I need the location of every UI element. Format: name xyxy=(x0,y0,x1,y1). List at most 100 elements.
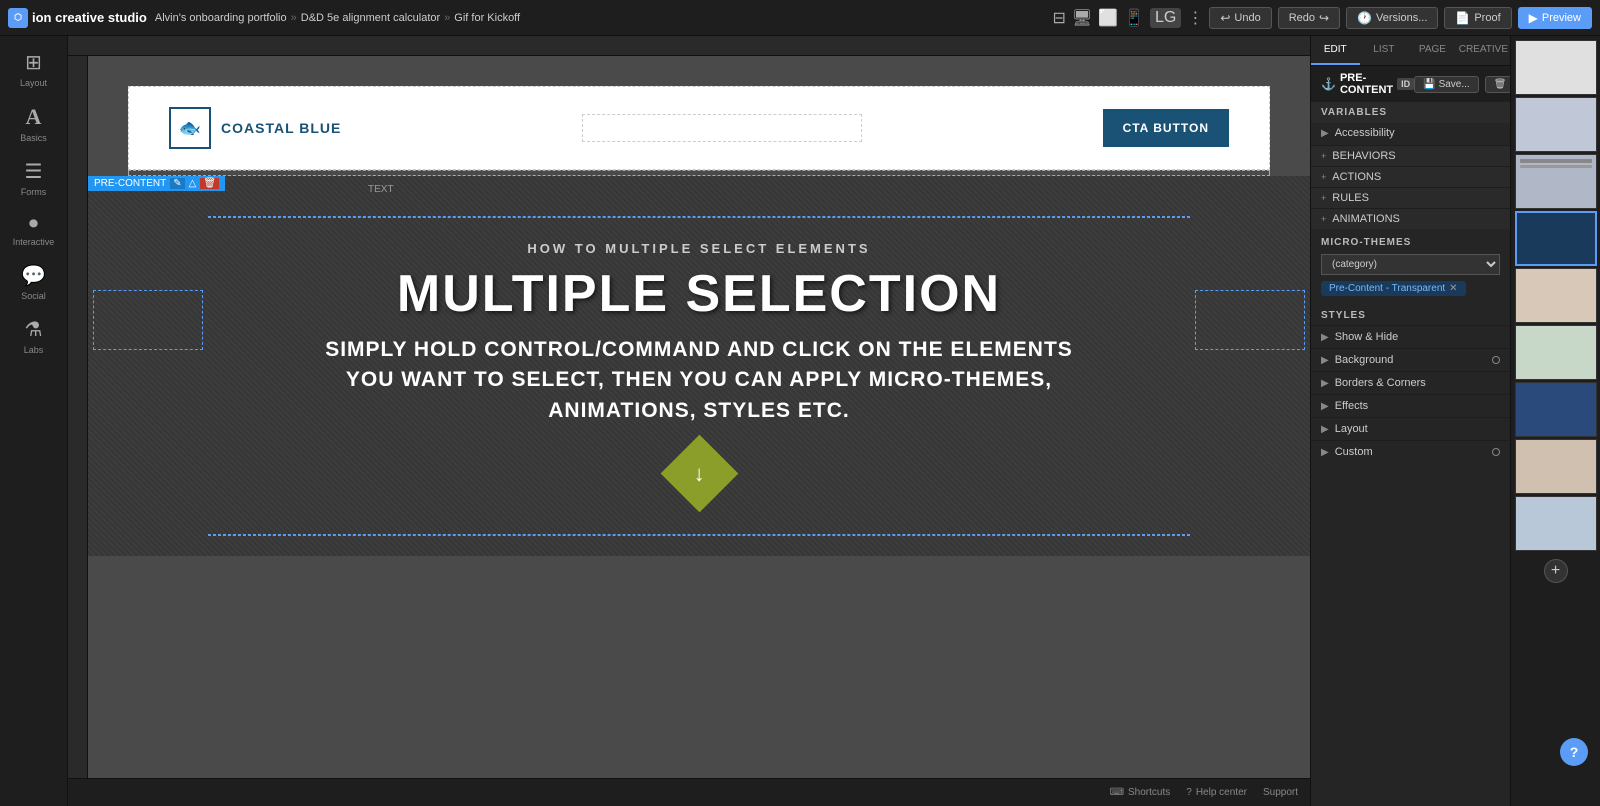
tag-label: Pre-Content - Transparent xyxy=(1329,283,1445,294)
proof-icon: 📄 xyxy=(1455,11,1470,25)
keyboard-icon: ⌨ xyxy=(1110,787,1124,798)
chevron-background-icon: ▶ xyxy=(1321,355,1329,366)
sidebar-item-interactive[interactable]: ⏺ Interactive xyxy=(6,207,62,253)
app-name: ion creative studio xyxy=(32,10,147,25)
nav-placeholder xyxy=(582,114,862,142)
tab-list[interactable]: LIST xyxy=(1360,36,1409,65)
basics-sidebar-icon: A xyxy=(26,104,42,130)
bottom-bar: ⌨ Shortcuts ? Help center Support xyxy=(68,778,1310,806)
shortcuts-link[interactable]: ⌨ Shortcuts xyxy=(1110,787,1171,798)
redo-icon: ↪ xyxy=(1319,11,1329,25)
layout-icon[interactable]: ⊟ xyxy=(1052,8,1065,28)
ruler-top xyxy=(68,36,1310,56)
more-icon[interactable]: ⋮ xyxy=(1187,8,1203,28)
device-switcher: ⊟ 🖥 ⬜ 📱 LG ⋮ xyxy=(1052,8,1203,28)
diamond-wrapper: ↓ xyxy=(672,446,727,501)
tab-edit[interactable]: EDIT xyxy=(1311,36,1360,65)
thumbnail-9[interactable] xyxy=(1515,496,1597,551)
lg-badge[interactable]: LG xyxy=(1150,8,1181,28)
breadcrumb-item-3[interactable]: Gif for Kickoff xyxy=(454,12,520,24)
redo-button[interactable]: Redo ↪ xyxy=(1278,7,1340,29)
canvas-wrapper[interactable]: 🐟 COASTAL BLUE CTA BUTTON PRE-CONTENT ✎ … xyxy=(88,56,1310,778)
header-section: 🐟 COASTAL BLUE CTA BUTTON xyxy=(128,86,1270,170)
undo-label: Undo xyxy=(1234,12,1260,24)
thumbnail-5[interactable] xyxy=(1515,268,1597,323)
sidebar-item-social[interactable]: 💬 Social xyxy=(6,257,62,307)
borders-corners-row[interactable]: ▶ Borders & Corners xyxy=(1311,371,1510,394)
selection-bottom xyxy=(208,534,1190,536)
plus-rules-icon: + xyxy=(1321,193,1326,203)
tab-page[interactable]: PAGE xyxy=(1408,36,1457,65)
show-hide-row[interactable]: ▶ Show & Hide xyxy=(1311,325,1510,348)
cta-button[interactable]: CTA BUTTON xyxy=(1103,109,1229,147)
sidebar-item-labs[interactable]: ⚗ Labs xyxy=(6,311,62,361)
add-thumbnail-area: + xyxy=(1515,553,1596,589)
diamond-arrow-icon: ↓ xyxy=(694,461,705,487)
thumbnail-2[interactable] xyxy=(1515,97,1597,152)
behaviors-row[interactable]: + BEHAVIORS xyxy=(1311,145,1510,166)
tab-creative[interactable]: CREATIVE xyxy=(1457,36,1510,65)
trash-icon: 🗑 xyxy=(1494,79,1507,90)
save-button[interactable]: 💾 Save... xyxy=(1414,76,1479,93)
effects-row[interactable]: ▶ Effects xyxy=(1311,394,1510,417)
proof-button[interactable]: 📄 Proof xyxy=(1444,7,1511,29)
chevron-borders-icon: ▶ xyxy=(1321,378,1329,389)
thumbnail-3[interactable] xyxy=(1515,154,1597,209)
logo-box: 🐟 xyxy=(169,107,211,149)
add-thumbnail-button[interactable]: + xyxy=(1544,559,1568,583)
left-sidebar: ⊞ Layout A Basics ☰ Forms ⏺ Interactive … xyxy=(0,36,68,806)
selection-top xyxy=(208,216,1190,218)
actions-row[interactable]: + ACTIONS xyxy=(1311,166,1510,187)
help-button[interactable]: ? xyxy=(1560,738,1588,766)
redo-label: Redo xyxy=(1289,12,1315,24)
thumbnail-6[interactable] xyxy=(1515,325,1597,380)
sidebar-item-layout[interactable]: ⊞ Layout xyxy=(6,44,62,94)
background-dot xyxy=(1492,356,1500,364)
styles-section: STYLES ▶ Show & Hide ▶ Background ▶ Bord… xyxy=(1311,304,1510,463)
pre-content-up-icon[interactable]: △ xyxy=(189,178,197,189)
sidebar-item-basics[interactable]: A Basics xyxy=(6,98,62,149)
micro-theme-tags: Pre-Content - Transparent ✕ xyxy=(1321,281,1500,296)
thumbnail-8[interactable] xyxy=(1515,439,1597,494)
undo-icon: ↩ xyxy=(1220,11,1230,25)
panel-tabs: EDIT LIST PAGE CREATIVE xyxy=(1311,36,1510,66)
thumbnail-1[interactable] xyxy=(1515,40,1597,95)
pre-content-edit-icon[interactable]: ✎ xyxy=(170,178,184,189)
pre-content-delete-icon[interactable]: 🗑 xyxy=(200,178,219,189)
canvas-area: 🐟 COASTAL BLUE CTA BUTTON PRE-CONTENT ✎ … xyxy=(68,36,1310,806)
desktop-icon[interactable]: 🖥 xyxy=(1072,8,1092,28)
variables-header: VARIABLES xyxy=(1311,102,1510,123)
styles-title: STYLES xyxy=(1311,304,1510,325)
preview-button[interactable]: ▶ Preview xyxy=(1518,7,1592,29)
rules-row[interactable]: + RULES xyxy=(1311,187,1510,208)
breadcrumb-item-2[interactable]: D&D 5e alignment calculator xyxy=(301,12,440,24)
accessibility-row[interactable]: ▶ Accessibility xyxy=(1311,123,1510,143)
layout-row[interactable]: ▶ Layout xyxy=(1311,417,1510,440)
background-row[interactable]: ▶ Background xyxy=(1311,348,1510,371)
dark-section: TEXT HOW TO MULTIPLE SELECT ELEMENTS MUL… xyxy=(88,176,1310,556)
sidebar-item-forms[interactable]: ☰ Forms xyxy=(6,153,62,203)
selection-left xyxy=(93,290,203,350)
custom-row[interactable]: ▶ Custom xyxy=(1311,440,1510,463)
pre-content-label-text: PRE-CONTENT xyxy=(94,178,166,189)
top-bar: ⬡ ion creative studio Alvin's onboarding… xyxy=(0,0,1600,36)
mobile-icon[interactable]: 📱 xyxy=(1124,8,1144,28)
tag-close-icon[interactable]: ✕ xyxy=(1449,283,1457,294)
micro-theme-category-select[interactable]: (category) xyxy=(1321,254,1500,275)
animations-row[interactable]: + ANIMATIONS xyxy=(1311,208,1510,229)
proof-label: Proof xyxy=(1474,12,1500,24)
labs-sidebar-icon: ⚗ xyxy=(25,317,43,342)
breadcrumb: Alvin's onboarding portfolio » D&D 5e al… xyxy=(155,12,1045,24)
undo-button[interactable]: ↩ Undo xyxy=(1209,7,1271,29)
tablet-icon[interactable]: ⬜ xyxy=(1098,8,1118,28)
breadcrumb-item-1[interactable]: Alvin's onboarding portfolio xyxy=(155,12,287,24)
panel-section-title: ⚓ PRE-CONTENT ID 💾 Save... 🗑 Remove xyxy=(1311,66,1510,102)
thumbnail-4[interactable] xyxy=(1515,211,1597,266)
help-center-link[interactable]: ? Help center xyxy=(1186,787,1247,798)
support-link[interactable]: Support xyxy=(1263,787,1298,798)
chevron-effects-icon: ▶ xyxy=(1321,401,1329,412)
versions-button[interactable]: 🕐 Versions... xyxy=(1346,7,1438,29)
thumbnail-7[interactable] xyxy=(1515,382,1597,437)
main-heading: MULTIPLE SELECTION xyxy=(299,266,1099,323)
preview-label: Preview xyxy=(1542,12,1581,24)
